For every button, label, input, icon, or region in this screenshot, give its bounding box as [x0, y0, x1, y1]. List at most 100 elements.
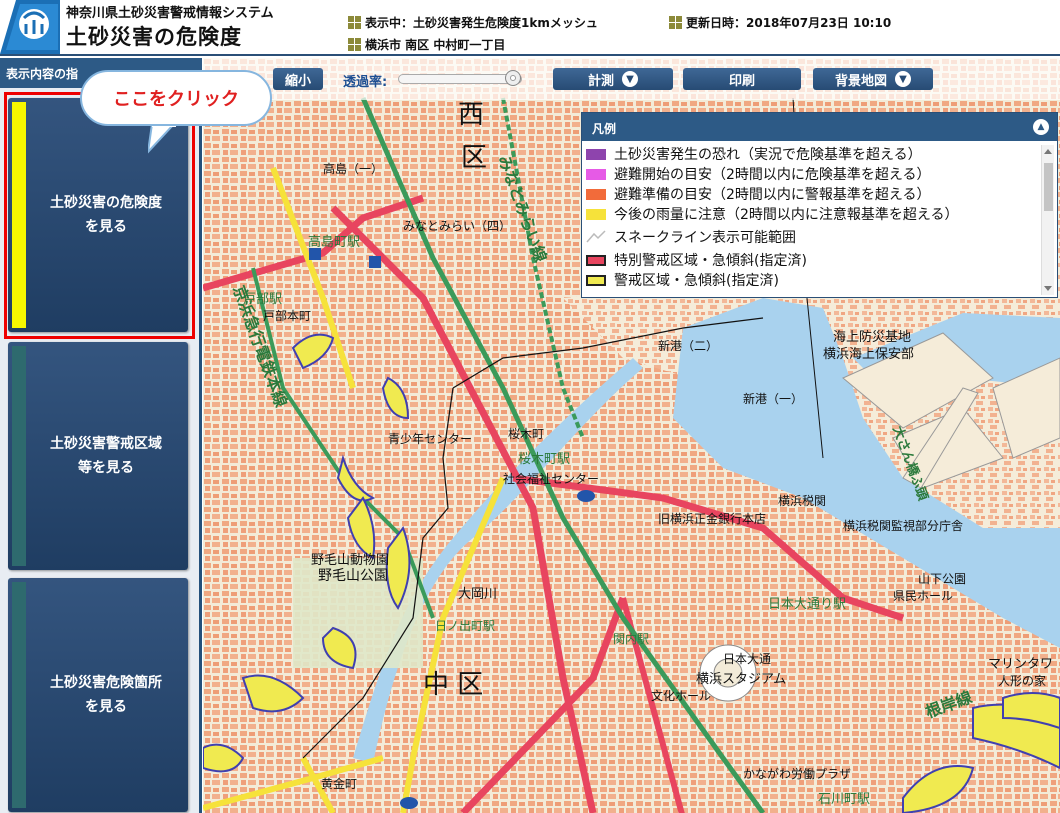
map-label-marine-tower: マリンタワ: [988, 657, 1053, 672]
display-info-text: 表示中：土砂災害発生危険度1kmメッシュ: [365, 16, 598, 30]
display-info: 表示中：土砂災害発生危険度1kmメッシュ: [348, 14, 598, 31]
map-label-sakuragicho-sta: 桜木町駅: [518, 452, 570, 467]
basemap-button[interactable]: 背景地図 ▼: [813, 68, 933, 90]
map-label-kaijo2: 横浜海上保安部: [823, 347, 914, 362]
legend-swatch: [586, 274, 606, 286]
danger-spot-button[interactable]: 土砂災害危険箇所 を見る: [8, 578, 188, 812]
map-label-nogeyama-zoo: 野毛山動物園: [311, 553, 389, 568]
scroll-up-icon[interactable]: [1044, 149, 1052, 154]
basemap-label: 背景地図: [834, 73, 887, 89]
legend-item: 特別警戒区域・急傾斜(指定済): [586, 250, 1036, 270]
map-label-kogane: 黄金町: [321, 776, 357, 791]
callout-text: ここをクリック: [113, 89, 239, 110]
chevron-down-icon: ▼: [622, 71, 638, 87]
scroll-down-icon[interactable]: [1044, 286, 1052, 291]
location-info-text: 横浜市 南区 中村町一丁目: [365, 38, 506, 52]
legend-item: スネークライン表示可能範囲: [586, 224, 1036, 250]
map-label-nishi: 西: [458, 100, 484, 130]
map-label-takashimacho-sta: 高島町駅: [308, 234, 360, 250]
system-name: 神奈川県土砂災害警戒情報システム: [66, 6, 274, 21]
grid-bullet-icon: [669, 16, 682, 29]
legend-header[interactable]: 凡例 ▲: [582, 113, 1057, 141]
map-label-stadium: 横浜スタジアム: [696, 672, 786, 687]
legend-item-label: 警戒区域・急傾斜(指定済): [614, 273, 779, 289]
map-label-kanagawa-plaza: かながわ労働プラザ: [743, 766, 851, 781]
legend-scrollbar[interactable]: [1041, 145, 1054, 295]
legend-item-label: スネークライン表示可能範囲: [614, 230, 796, 246]
chevron-up-icon[interactable]: ▲: [1033, 119, 1049, 135]
grid-bullet-icon: [348, 16, 361, 29]
map-label-ishikawacho: 石川町駅: [818, 792, 870, 807]
map-label-youth-center: 青少年センター: [388, 432, 472, 446]
legend-panel: 凡例 ▲ 土砂災害発生の恐れ（実況で危険基準を超える） 避難開始の目安（2時間以…: [581, 112, 1058, 298]
measure-button[interactable]: 計測 ▼: [553, 68, 673, 90]
map-label-bank: 旧横浜正金銀行本店: [658, 511, 766, 526]
map-toolbar: 縮小 透過率: 計測 ▼ 印刷 背景地図 ▼: [203, 58, 1060, 100]
page-title: 土砂災害の危険度: [66, 25, 242, 49]
map-label-customs-branch: 横浜税関監視部分庁舎: [843, 518, 963, 533]
kanagawa-logo-icon: [0, 0, 60, 54]
legend-item: 警戒区域・急傾斜(指定済): [586, 270, 1036, 290]
legend-item: 避難準備の目安（2時間以内に警報基準を超える）: [586, 184, 1036, 204]
grid-bullet-icon: [348, 38, 361, 51]
accent-bar: [12, 102, 26, 328]
map-label-sakuragicho: 桜木町: [508, 427, 544, 441]
measure-label: 計測: [587, 73, 614, 89]
map-label-tobehoncho: 戸部本町: [263, 308, 311, 323]
legend-item-label: 特別警戒区域・急傾斜(指定済): [614, 253, 807, 269]
zoom-out-button[interactable]: 縮小: [273, 68, 323, 90]
slider-knob[interactable]: [505, 70, 521, 86]
danger-spot-label: 土砂災害危険箇所 を見る: [50, 675, 162, 715]
map-label-kaijo: 海上防災基地: [833, 329, 911, 345]
legend-swatch: [586, 168, 606, 180]
update-info-text: 更新日時：2018年07月23日 10:10: [686, 16, 892, 30]
zoom-out-label: 縮小: [284, 73, 311, 89]
click-here-callout: ここをクリック: [80, 70, 272, 126]
warning-area-button[interactable]: 土砂災害警戒区域 等を見る: [8, 342, 188, 570]
legend-item-label: 避難開始の目安（2時間以内に危険基準を超える）: [614, 167, 931, 183]
warning-area-label: 土砂災害警戒区域 等を見る: [50, 436, 162, 476]
map-label-doll: 人形の家: [998, 673, 1046, 688]
legend-item: 土砂災害発生の恐れ（実況で危険基準を超える）: [586, 144, 1036, 164]
map-label-nogeyama-park: 野毛山公園: [318, 568, 388, 584]
map-label-shinko2: 新港（二）: [658, 338, 718, 353]
print-label: 印刷: [728, 73, 755, 89]
legend-item-label: 土砂災害発生の恐れ（実況で危険基準を超える）: [614, 147, 922, 163]
transparency-label: 透過率:: [343, 75, 388, 90]
landslide-risk-label: 土砂災害の危険度 を見る: [50, 195, 162, 235]
map-label-nihon-odori-sta: 日本大通り駅: [768, 597, 846, 612]
snake-line-icon: [586, 230, 606, 243]
legend-item: 今後の雨量に注意（2時間以内に注意報基準を超える）: [586, 204, 1036, 224]
scroll-thumb[interactable]: [1044, 163, 1053, 211]
legend-swatch: [586, 188, 606, 200]
map-label-nihon-odori: 日本大通: [723, 652, 771, 666]
legend-swatch: [586, 148, 606, 160]
location-info: 横浜市 南区 中村町一丁目: [348, 36, 505, 53]
map-label-takashima: 高島（一）: [323, 161, 383, 176]
legend-swatch: [586, 208, 606, 220]
map-label-naka-ku: 中 区: [423, 670, 483, 700]
map-label-customs: 横浜税関: [778, 494, 826, 508]
map-label-shinko1: 新港（一）: [743, 391, 803, 406]
accent-bar: [12, 582, 26, 808]
map-label-ku: 区: [461, 143, 487, 173]
map-label-hinodecho: 日ノ出町駅: [435, 619, 495, 633]
map-label-yamashita: 山下公園: [918, 572, 966, 586]
chevron-down-icon: ▼: [895, 71, 911, 87]
accent-bar: [12, 346, 26, 566]
transparency-slider[interactable]: [398, 70, 522, 86]
update-info: 更新日時：2018年07月23日 10:10: [669, 14, 891, 31]
map-label-ooka-river: 大岡川: [458, 587, 497, 602]
header-bar: 神奈川県土砂災害警戒情報システム 土砂災害の危険度 表示中：土砂災害発生危険度1…: [0, 0, 1060, 56]
map-label-shakai: 社会福祉センター: [503, 471, 599, 486]
app-window: 神奈川県土砂災害警戒情報システム 土砂災害の危険度 表示中：土砂災害発生危険度1…: [0, 0, 1060, 813]
callout-tail: [148, 124, 176, 154]
map-label-kenmin-hall: 県民ホール: [893, 589, 953, 603]
legend-item-label: 今後の雨量に注意（2時間以内に注意報基準を超える）: [614, 207, 959, 223]
legend-title: 凡例: [592, 122, 617, 136]
map-label-minatomirai4: みなとみらい（四）: [403, 219, 511, 233]
legend-swatch: [586, 254, 606, 266]
map-label-bunka-hall: 文化ホール: [651, 688, 711, 703]
print-button[interactable]: 印刷: [683, 68, 801, 90]
legend-item-label: 避難準備の目安（2時間以内に警報基準を超える）: [614, 187, 931, 203]
